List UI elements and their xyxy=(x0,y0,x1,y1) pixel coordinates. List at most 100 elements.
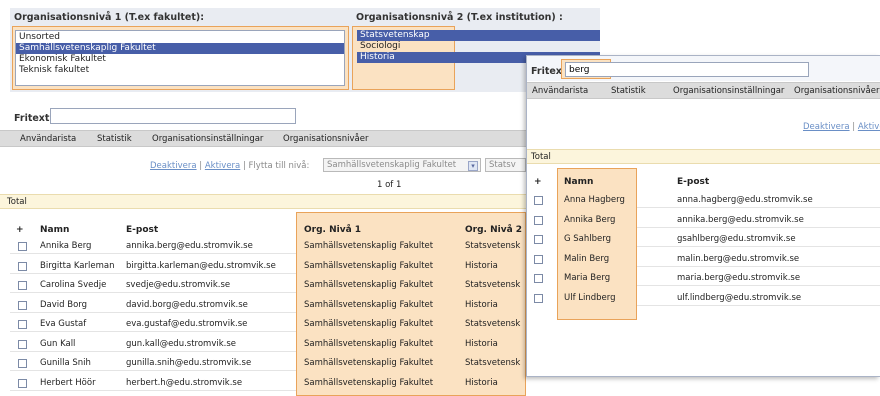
row-checkbox[interactable] xyxy=(18,340,27,349)
popup-tab-organisationsinstallningar[interactable]: Organisationsinställningar xyxy=(673,83,784,98)
row-divider xyxy=(10,331,296,332)
row-org2: Statsvetensk xyxy=(465,241,521,251)
row-name: Gunilla Snih xyxy=(40,358,91,368)
org2-item-selected[interactable]: Statsvetenskap xyxy=(357,30,600,41)
popup-row-divider xyxy=(637,305,880,306)
tab-organisationsinstallningar[interactable]: Organisationsinställningar xyxy=(152,131,263,146)
row-checkbox[interactable] xyxy=(18,359,27,368)
row-divider xyxy=(10,273,296,274)
pager: 1 of 1 xyxy=(377,180,402,190)
org1-item[interactable]: Teknisk fakultet xyxy=(16,65,344,76)
tab-statistik[interactable]: Statistik xyxy=(97,131,132,146)
name-header[interactable]: Namn xyxy=(40,225,69,235)
row-name: Annika Berg xyxy=(40,241,92,251)
popup-row-name: Anna Hagberg xyxy=(564,195,625,205)
select-all-header[interactable]: + xyxy=(16,225,24,235)
row-divider xyxy=(10,292,296,293)
row-divider xyxy=(10,253,296,254)
row-org1: Samhällsvetenskaplig Fakultet xyxy=(304,339,434,349)
row-email: gunilla.snih@edu.stromvik.se xyxy=(126,358,252,368)
popup-row-checkbox[interactable] xyxy=(534,255,543,264)
popup-row-divider xyxy=(637,285,880,286)
popup-activate-link[interactable]: Aktivera xyxy=(858,122,880,132)
row-name: Herbert Höör xyxy=(40,378,96,388)
move-to-level-value: Samhällsvetenskaplig Fakultet xyxy=(327,160,457,170)
org2-label: Organisationsnivå 2 (T.ex institution) : xyxy=(356,12,563,23)
org1-listbox[interactable]: Unsorted Samhällsvetenskaplig Fakultet E… xyxy=(15,30,345,86)
search-popup: Fritext Användarista Statistik Organisat… xyxy=(526,55,880,377)
row-org1: Samhällsvetenskaplig Fakultet xyxy=(304,358,434,368)
popup-email-header[interactable]: E-post xyxy=(677,177,709,187)
popup-tab-organisationsnivaer[interactable]: Organisationsnivåer xyxy=(794,83,879,98)
popup-row-checkbox[interactable] xyxy=(534,274,543,283)
bulk-actions: Deaktivera | Aktivera | Flytta till nivå… xyxy=(150,161,309,171)
move-to-level-select[interactable]: Samhällsvetenskaplig Fakultet ▾ xyxy=(323,158,481,172)
row-email: eva.gustaf@edu.stromvik.se xyxy=(126,319,248,329)
popup-row-divider xyxy=(637,227,880,228)
row-org2: Historia xyxy=(465,339,498,349)
chevron-down-icon: ▾ xyxy=(468,161,478,171)
row-name: Carolina Svedje xyxy=(40,280,107,290)
row-divider xyxy=(10,390,296,391)
popup-row-checkbox[interactable] xyxy=(534,294,543,303)
row-org1: Samhällsvetenskaplig Fakultet xyxy=(304,280,434,290)
row-org2: Statsvetensk xyxy=(465,280,521,290)
popup-total-label: Total xyxy=(531,152,551,162)
popup-row-email: annika.berg@edu.stromvik.se xyxy=(677,215,804,225)
row-checkbox[interactable] xyxy=(18,301,27,310)
row-divider xyxy=(10,351,296,352)
tab-organisationsnivaer[interactable]: Organisationsnivåer xyxy=(283,131,368,146)
popup-row-email: malin.berg@edu.stromvik.se xyxy=(677,254,800,264)
row-checkbox[interactable] xyxy=(18,320,27,329)
total-bar: Total xyxy=(0,194,526,209)
row-checkbox[interactable] xyxy=(18,242,27,251)
row-checkbox[interactable] xyxy=(18,262,27,271)
org1-item[interactable]: Ekonomisk Fakultet xyxy=(16,54,344,65)
popup-fritext-input[interactable] xyxy=(565,62,809,77)
email-header[interactable]: E-post xyxy=(126,225,158,235)
popup-name-header[interactable]: Namn xyxy=(564,177,593,187)
deactivate-link[interactable]: Deaktivera xyxy=(150,161,197,171)
row-org2: Statsvetensk xyxy=(465,358,521,368)
tab-anvandarlista[interactable]: Användarista xyxy=(20,131,76,146)
row-org1: Samhällsvetenskaplig Fakultet xyxy=(304,378,434,388)
popup-select-all-header[interactable]: + xyxy=(534,177,542,187)
popup-row-name: Annika Berg xyxy=(564,215,616,225)
popup-tab-statistik[interactable]: Statistik xyxy=(611,83,646,98)
popup-tab-anvandarlista[interactable]: Användarista xyxy=(532,83,588,98)
row-checkbox[interactable] xyxy=(18,281,27,290)
row-org2: Historia xyxy=(465,378,498,388)
row-checkbox[interactable] xyxy=(18,379,27,388)
org2-header[interactable]: Org. Nivå 2 xyxy=(465,225,522,235)
org1-label: Organisationsnivå 1 (T.ex fakultet): xyxy=(14,12,205,23)
fritext-label: Fritext xyxy=(14,113,50,124)
popup-row-name: Maria Berg xyxy=(564,273,611,283)
fritext-input[interactable] xyxy=(50,108,296,124)
popup-row-checkbox[interactable] xyxy=(534,216,543,225)
row-email: david.borg@edu.stromvik.se xyxy=(126,300,248,310)
popup-row-divider xyxy=(637,207,880,208)
popup-deactivate-link[interactable]: Deaktivera xyxy=(803,122,850,132)
row-org1: Samhällsvetenskaplig Fakultet xyxy=(304,261,434,271)
row-email: gun.kall@edu.stromvik.se xyxy=(126,339,237,349)
row-name: Eva Gustaf xyxy=(40,319,87,329)
popup-row-email: anna.hagberg@edu.stromvik.se xyxy=(677,195,813,205)
move-to-level-select-2[interactable]: Statsv xyxy=(485,158,526,172)
popup-row-email: gsahlberg@edu.stromvik.se xyxy=(677,234,796,244)
popup-total-bar: Total xyxy=(527,149,880,164)
activate-link[interactable]: Aktivera xyxy=(205,161,240,171)
row-org1: Samhällsvetenskaplig Fakultet xyxy=(304,241,434,251)
org2-item[interactable]: Sociologi xyxy=(357,41,600,52)
row-org1: Samhällsvetenskaplig Fakultet xyxy=(304,300,434,310)
popup-row-name: Ulf Lindberg xyxy=(564,293,616,303)
popup-bulk-actions: Deaktivera | Aktivera | xyxy=(803,122,880,132)
org1-item-selected[interactable]: Samhällsvetenskaplig Fakultet xyxy=(16,43,344,54)
org1-item[interactable]: Unsorted xyxy=(16,32,344,43)
row-name: Birgitta Karleman xyxy=(40,261,115,271)
popup-row-checkbox[interactable] xyxy=(534,235,543,244)
row-email: herbert.h@edu.stromvik.se xyxy=(126,378,243,388)
popup-row-divider xyxy=(637,266,880,267)
popup-row-checkbox[interactable] xyxy=(534,196,543,205)
row-org2: Statsvetensk xyxy=(465,319,521,329)
org1-header[interactable]: Org. Nivå 1 xyxy=(304,225,361,235)
